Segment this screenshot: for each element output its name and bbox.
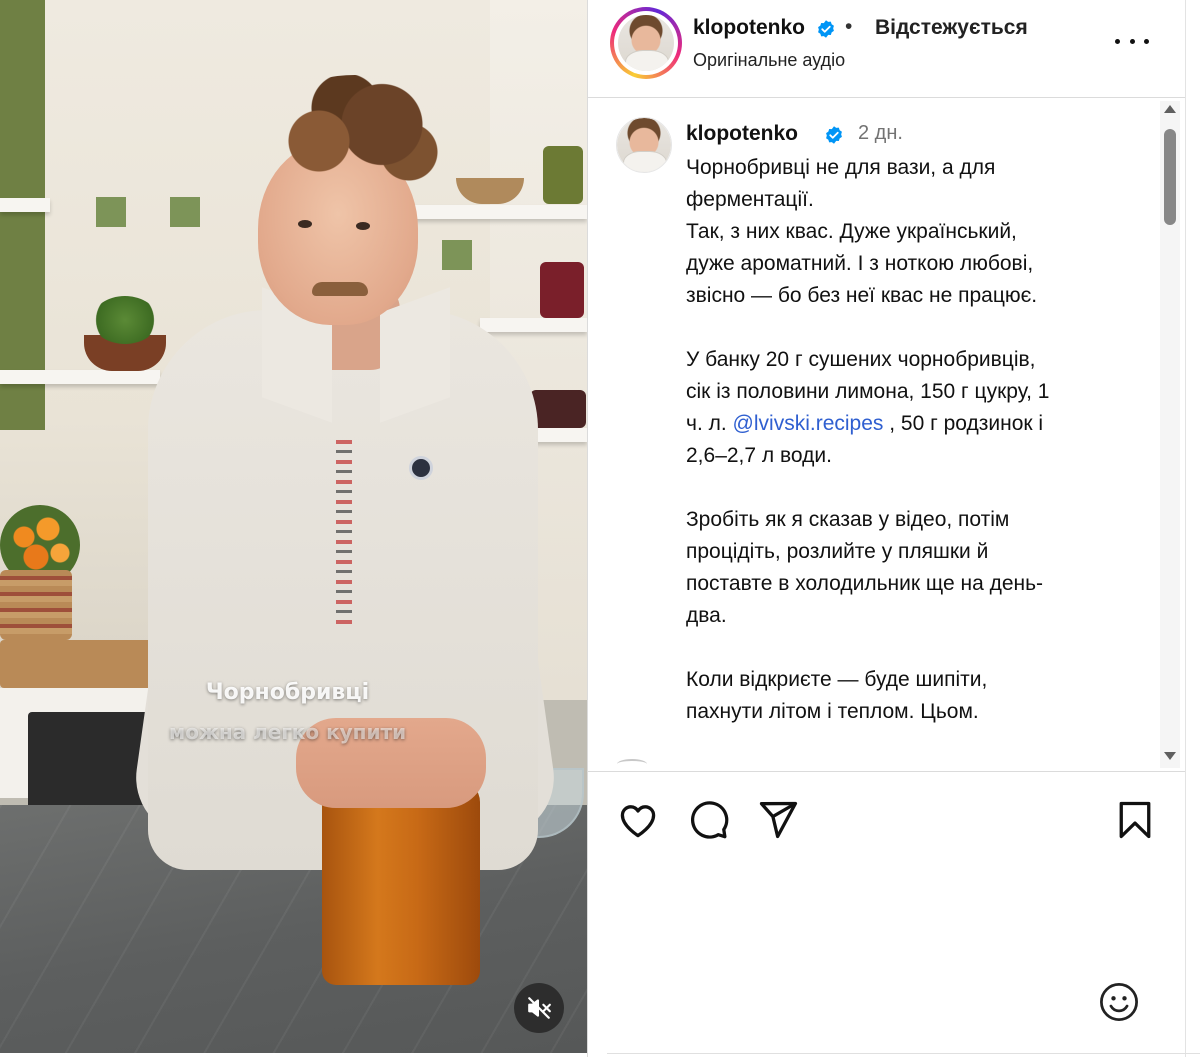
- post-sidebar: klopotenko • Відстежується Оригінальне а…: [587, 0, 1200, 1057]
- caption-line: пахнути літом і теплом. Цьом.: [686, 700, 979, 723]
- emoji-icon[interactable]: [1097, 980, 1141, 1024]
- follow-status-button[interactable]: Відстежується: [875, 16, 1028, 40]
- post-header: klopotenko • Відстежується Оригінальне а…: [587, 0, 1185, 98]
- caption-line: Чорнобривці не для вази, а для: [686, 156, 996, 179]
- mention-link[interactable]: @lvivski.recipes: [733, 412, 884, 435]
- more-options-button[interactable]: [1115, 32, 1149, 50]
- caption-username[interactable]: klopotenko: [686, 122, 798, 146]
- caption-line: Коли відкриєте — буде шипіти,: [686, 668, 988, 691]
- caption-section[interactable]: klopotenko 2 дн. Чорнобривці не для вази…: [587, 99, 1185, 771]
- story-ring[interactable]: [610, 7, 682, 79]
- reel-video[interactable]: Чорнобривці можна легко купити: [0, 0, 587, 1053]
- bookmark-icon[interactable]: [1113, 798, 1157, 842]
- caption-text: Чорнобривці не для вази, а для ферментац…: [686, 152, 1141, 728]
- instagram-post-modal: Чорнобривці можна легко купити klopotenk…: [0, 0, 1200, 1057]
- caption-scrollbar[interactable]: [1160, 101, 1180, 768]
- speaker-muted-icon: [528, 997, 551, 1019]
- caption-line-with-mention: ч. л. @lvivski.recipes , 50 г родзинок і: [686, 412, 1044, 435]
- heart-icon[interactable]: [616, 798, 660, 842]
- caption-line: звісно — бо без неї квас не працює.: [686, 284, 1038, 307]
- caption-line: процідіть, розлийте у пляшки й: [686, 540, 989, 563]
- scroll-down-arrow-icon[interactable]: [1164, 752, 1176, 760]
- caption-line: два.: [686, 604, 727, 627]
- caption-line: дуже ароматний. І з ноткою любові,: [686, 252, 1034, 275]
- caption-line: ферментації.: [686, 188, 814, 211]
- verified-badge-icon: [818, 20, 834, 38]
- caption-line: У банку 20 г сушених чорнобривців,: [686, 348, 1036, 371]
- caption-line: поставте в холодильник ще на день-: [686, 572, 1044, 595]
- scroll-up-arrow-icon[interactable]: [1164, 105, 1176, 113]
- kvass-jar: [322, 780, 480, 985]
- share-icon[interactable]: [756, 798, 800, 842]
- header-username[interactable]: klopotenko: [693, 16, 805, 40]
- scrollbar-thumb[interactable]: [1164, 129, 1176, 225]
- caption-line: Так, з них квас. Дуже український,: [686, 220, 1017, 243]
- video-caption-line2: можна легко купити: [168, 720, 407, 744]
- comment-icon[interactable]: [686, 798, 730, 842]
- post-timestamp[interactable]: 2 дн.: [858, 122, 903, 145]
- more-options-icon: [1115, 38, 1120, 44]
- mute-button[interactable]: [514, 983, 564, 1033]
- avatar[interactable]: [618, 15, 674, 71]
- video-caption-line1: Чорнобривці: [205, 680, 370, 705]
- caption-line: Зробіть як я сказав у відео, потім: [686, 508, 1010, 531]
- caption-verified-badge-icon: [826, 126, 842, 144]
- original-audio-link[interactable]: Оригінальне аудіо: [693, 50, 845, 71]
- header-separator: •: [845, 15, 853, 38]
- caption-line: сік із половини лимона, 150 г цукру, 1: [686, 380, 1050, 403]
- caption-line: 2,6–2,7 л води.: [686, 444, 832, 467]
- caption-avatar[interactable]: [616, 117, 672, 173]
